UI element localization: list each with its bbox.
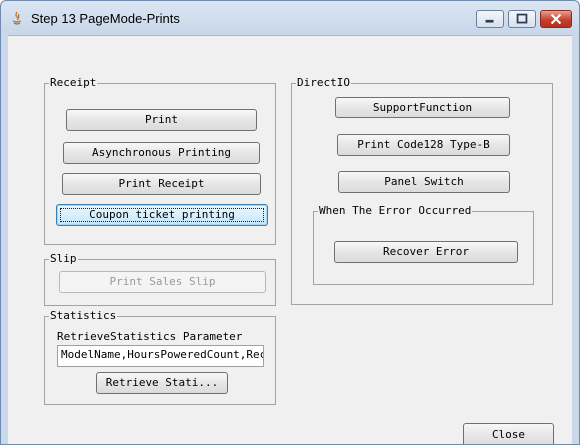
- recover-error-button[interactable]: Recover Error: [334, 241, 518, 263]
- directio-group-label: DirectIO: [296, 76, 351, 90]
- maximize-icon: [516, 13, 528, 24]
- maximize-button[interactable]: [508, 10, 536, 28]
- receipt-group-label: Receipt: [49, 76, 98, 90]
- close-window-button[interactable]: [540, 10, 572, 28]
- print-code128-button[interactable]: Print Code128 Type-B: [337, 134, 510, 156]
- app-window: Step 13 PageMode-Prints Receipt Print As…: [0, 0, 580, 445]
- slip-group-label: Slip: [49, 252, 78, 266]
- print-button[interactable]: Print: [66, 109, 257, 131]
- error-group: When The Error Occurred Recover Error: [313, 204, 534, 285]
- async-printing-button[interactable]: Asynchronous Printing: [63, 142, 260, 164]
- statistics-group-label: Statistics: [49, 309, 118, 323]
- print-receipt-button[interactable]: Print Receipt: [62, 173, 261, 195]
- receipt-group: Receipt Print Asynchronous Printing Prin…: [44, 76, 276, 245]
- client-area: Receipt Print Asynchronous Printing Prin…: [8, 35, 572, 444]
- focus-indicator: [60, 208, 264, 222]
- statistics-parameter-input[interactable]: ModelName,HoursPoweredCount,Receip: [57, 345, 264, 367]
- close-icon: [550, 13, 562, 25]
- slip-group: Slip Print Sales Slip: [44, 252, 276, 306]
- minimize-button[interactable]: [476, 10, 504, 28]
- print-sales-slip-button[interactable]: Print Sales Slip: [59, 271, 266, 293]
- window-title: Step 13 PageMode-Prints: [31, 11, 180, 26]
- directio-group: DirectIO SupportFunction Print Code128 T…: [291, 76, 553, 305]
- retrieve-statistics-button[interactable]: Retrieve Stati...: [96, 372, 228, 394]
- java-icon: [12, 11, 22, 25]
- title-bar[interactable]: Step 13 PageMode-Prints: [1, 1, 579, 35]
- panel-switch-button[interactable]: Panel Switch: [338, 171, 510, 193]
- statistics-parameter-label: RetrieveStatistics Parameter: [57, 330, 243, 343]
- coupon-printing-button[interactable]: Coupon ticket printing: [56, 204, 268, 226]
- minimize-icon: [485, 19, 494, 23]
- close-button[interactable]: Close: [463, 423, 554, 444]
- support-function-button[interactable]: SupportFunction: [335, 97, 510, 118]
- error-group-label: When The Error Occurred: [318, 204, 473, 218]
- statistics-group: Statistics RetrieveStatistics Parameter …: [44, 309, 276, 405]
